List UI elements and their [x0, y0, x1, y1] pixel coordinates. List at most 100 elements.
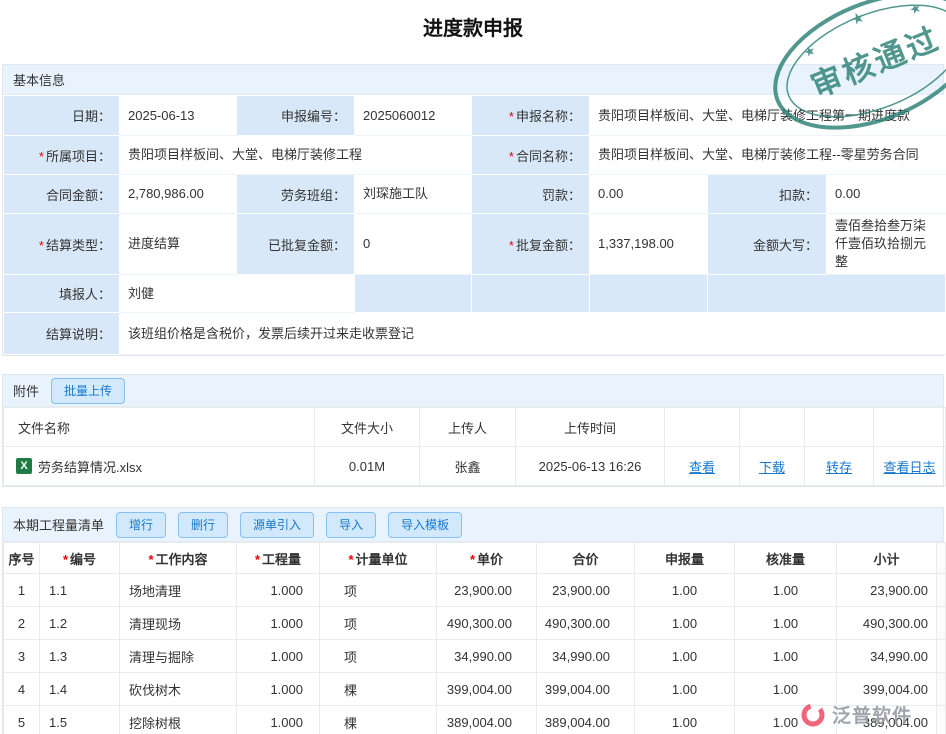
items-scrollbar-track[interactable]	[937, 640, 946, 673]
download-link[interactable]: 下载	[759, 460, 785, 475]
table-row: 4 1.4 砍伐树木 1.000 棵 399,004.00 399,004.00…	[4, 673, 946, 706]
item-cell-quantity: 1.000	[237, 640, 320, 673]
attachments-col-empty	[874, 408, 946, 447]
save-as-link[interactable]: 转存	[826, 460, 852, 475]
item-cell-seq: 2	[4, 607, 40, 640]
import-template-button[interactable]: 导入模板	[388, 512, 462, 538]
approved-amount-value: 1,337,198.00	[590, 214, 708, 275]
required-asterisk: *	[509, 238, 514, 253]
filler-label: 填报人：	[4, 275, 120, 313]
attachments-col-file-size: 文件大小	[315, 408, 420, 447]
import-button[interactable]: 导入	[326, 512, 376, 538]
view-log-link[interactable]: 查看日志	[883, 460, 935, 475]
contract-name-value: 贵阳项目样板间、大堂、电梯厅装修工程--零星劳务合同	[590, 136, 946, 175]
settle-note-value: 该班组价格是含税价，发票后续开过来走收票登记	[120, 313, 946, 355]
items-col-quantity: *工程量	[237, 543, 320, 574]
settle-note-label: 结算说明：	[4, 313, 120, 355]
basic-info-header: 基本信息	[3, 65, 943, 95]
item-cell-code: 1.4	[40, 673, 120, 706]
items-scrollbar-track[interactable]	[937, 673, 946, 706]
item-cell-quantity: 1.000	[237, 706, 320, 734]
required-asterisk: *	[509, 109, 514, 124]
attachments-col-empty	[665, 408, 740, 447]
attachments-col-empty	[740, 408, 805, 447]
table-row: X 劳务结算情况.xlsx 0.01M 张鑫 2025-06-13 16:26 …	[4, 447, 946, 486]
settle-type-label: *结算类型：	[4, 214, 120, 275]
item-cell-quantity: 1.000	[237, 574, 320, 607]
deduction-value: 0.00	[827, 175, 946, 214]
penalty-label: 罚款：	[472, 175, 590, 214]
approved-done-value: 0	[355, 214, 472, 275]
item-cell-subtotal: 399,004.00	[837, 673, 937, 706]
declare-no-label: 申报编号：	[237, 96, 355, 136]
delete-row-button[interactable]: 删行	[178, 512, 228, 538]
project-value: 贵阳项目样板间、大堂、电梯厅装修工程	[120, 136, 472, 175]
attachments-col-upload-time: 上传时间	[516, 408, 665, 447]
item-cell-approved-qty: 1.00	[735, 673, 837, 706]
attachment-file-size: 0.01M	[315, 447, 420, 486]
table-row: 序号 *编号 *工作内容 *工程量 *计量单位 *单价 合价 申报量 核准量 小…	[4, 543, 946, 574]
basic-info-table: 日期： 2025-06-13 申报编号： 2025060012 *申报名称： 贵…	[3, 95, 946, 355]
settle-type-value: 进度结算	[120, 214, 237, 275]
form-row: 合同金额： 2,780,986.00 劳务班组： 刘琛施工队 罚款： 0.00 …	[4, 175, 946, 214]
item-cell-subtotal: 490,300.00	[837, 607, 937, 640]
table-row: 1 1.1 场地清理 1.000 项 23,900.00 23,900.00 1…	[4, 574, 946, 607]
item-cell-code: 1.2	[40, 607, 120, 640]
date-value: 2025-06-13	[120, 96, 237, 136]
labor-team-value: 刘琛施工队	[355, 175, 472, 214]
item-cell-work-content: 场地清理	[120, 574, 237, 607]
item-cell-total-price: 34,990.00	[537, 640, 635, 673]
table-row: 5 1.5 挖除树根 1.000 棵 389,004.00 389,004.00…	[4, 706, 946, 734]
declare-name-value: 贵阳项目样板间、大堂、电梯厅装修工程第一期进度款	[590, 96, 946, 136]
items-col-unit-price: *单价	[437, 543, 537, 574]
required-asterisk: *	[255, 552, 260, 567]
attachments-col-empty	[805, 408, 874, 447]
item-cell-unit-price: 490,300.00	[437, 607, 537, 640]
items-col-subtotal: 小计	[837, 543, 937, 574]
items-header-bar: 本期工程量清单 增行 删行 源单引入 导入 导入模板	[3, 508, 943, 542]
declare-no-value: 2025060012	[355, 96, 472, 136]
attachments-section: 附件 批量上传 文件名称 文件大小 上传人 上传时间 X	[2, 374, 944, 487]
item-cell-total-price: 490,300.00	[537, 607, 635, 640]
filler-value: 刘健	[120, 275, 237, 313]
items-title: 本期工程量清单	[13, 515, 104, 534]
attachments-title: 附件	[13, 381, 39, 400]
item-cell-unit: 项	[320, 574, 437, 607]
approved-amount-label: *批复金额：	[472, 214, 590, 275]
item-cell-unit: 项	[320, 607, 437, 640]
table-row: 文件名称 文件大小 上传人 上传时间	[4, 408, 946, 447]
required-asterisk: *	[470, 552, 475, 567]
required-asterisk: *	[39, 238, 44, 253]
item-cell-total-price: 23,900.00	[537, 574, 635, 607]
item-cell-approved-qty: 1.00	[735, 607, 837, 640]
item-cell-approved-qty: 1.00	[735, 640, 837, 673]
form-row: 日期： 2025-06-13 申报编号： 2025060012 *申报名称： 贵…	[4, 96, 946, 136]
items-section: 本期工程量清单 增行 删行 源单引入 导入 导入模板 序号 *编号 *工作内容 …	[2, 507, 944, 734]
batch-upload-button[interactable]: 批量上传	[51, 378, 125, 404]
item-cell-unit-price: 34,990.00	[437, 640, 537, 673]
items-scrollbar-track[interactable]	[937, 607, 946, 640]
form-row: *结算类型： 进度结算 已批复金额： 0 *批复金额： 1,337,198.00…	[4, 214, 946, 275]
amount-caps-label: 金额大写：	[708, 214, 827, 275]
attachments-table: 文件名称 文件大小 上传人 上传时间 X 劳务结算情况.xlsx 0.01M 张…	[3, 407, 946, 486]
items-scrollbar-track[interactable]	[937, 574, 946, 607]
required-asterisk: *	[509, 149, 514, 164]
empty-cell	[708, 275, 946, 313]
basic-info-section: 基本信息 日期： 2025-06-13 申报编号： 2025060012 *申报…	[2, 64, 944, 356]
excel-file-icon: X	[16, 458, 32, 474]
form-row: 填报人： 刘健	[4, 275, 946, 313]
item-cell-declared-qty: 1.00	[635, 574, 735, 607]
attachment-file-name: 劳务结算情况.xlsx	[38, 457, 142, 476]
items-scrollbar-track[interactable]	[937, 706, 946, 734]
deduction-label: 扣款：	[708, 175, 827, 214]
labor-team-label: 劳务班组：	[237, 175, 355, 214]
page-title: 进度款申报	[0, 0, 946, 46]
item-cell-unit-price: 399,004.00	[437, 673, 537, 706]
add-row-button[interactable]: 增行	[116, 512, 166, 538]
view-link[interactable]: 查看	[689, 460, 715, 475]
source-import-button[interactable]: 源单引入	[240, 512, 314, 538]
items-scrollbar-track[interactable]	[937, 543, 946, 574]
items-table: 序号 *编号 *工作内容 *工程量 *计量单位 *单价 合价 申报量 核准量 小…	[3, 542, 946, 734]
item-cell-subtotal: 34,990.00	[837, 640, 937, 673]
required-asterisk: *	[39, 149, 44, 164]
